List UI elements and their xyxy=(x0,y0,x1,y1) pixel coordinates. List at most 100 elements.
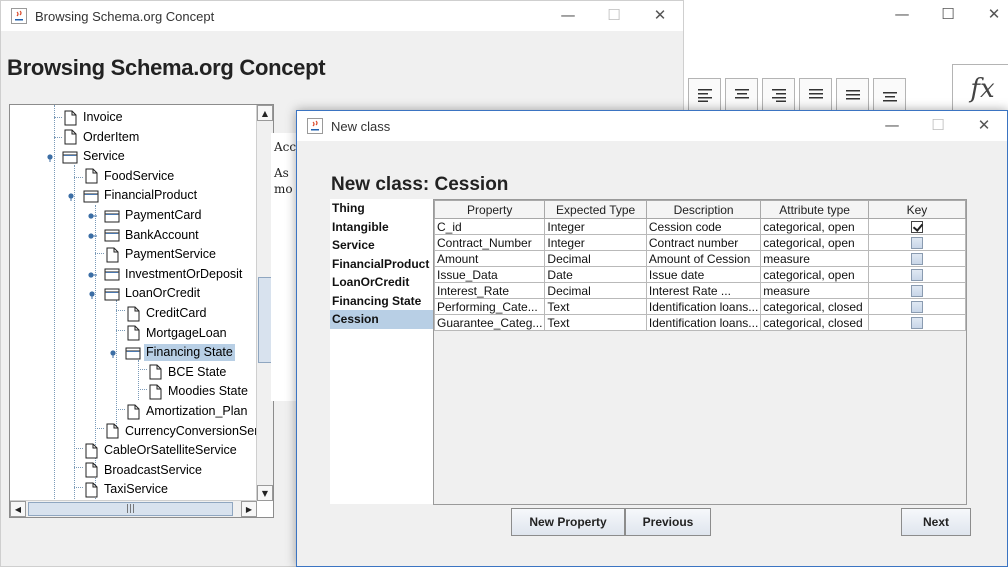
cell-description[interactable]: Issue date xyxy=(645,266,762,283)
tree-node[interactable]: Service xyxy=(47,147,127,166)
hierarchy-item[interactable]: FinancialProduct xyxy=(330,255,433,274)
cell-description[interactable]: Interest Rate ... xyxy=(645,282,762,299)
align-center-button[interactable] xyxy=(725,78,758,111)
cell-attribute-type[interactable]: categorical, open xyxy=(760,218,869,235)
bg-close-button[interactable]: ✕ xyxy=(971,0,1008,28)
cell-expected-type[interactable]: Decimal xyxy=(544,250,647,267)
tree-node[interactable]: Financing State xyxy=(110,343,235,362)
cell-expected-type[interactable]: Text xyxy=(544,298,647,315)
hierarchy-item[interactable]: Financing State xyxy=(330,292,433,311)
tree-node[interactable]: CurrencyConversionServ xyxy=(104,422,257,441)
tree-node[interactable]: BroadcastService xyxy=(83,461,204,480)
key-checkbox[interactable] xyxy=(910,285,923,298)
cell-attribute-type[interactable]: measure xyxy=(760,250,869,267)
scroll-right-arrow-icon[interactable]: ▶ xyxy=(241,501,257,517)
column-header-attribute-type[interactable]: Attribute type xyxy=(760,200,869,219)
cell-property[interactable]: C_id xyxy=(433,218,546,235)
new-property-button[interactable]: New Property xyxy=(511,508,625,536)
tree-node[interactable]: PaymentService xyxy=(104,245,218,264)
cell-description[interactable]: Contract number xyxy=(645,234,762,251)
tree-node[interactable]: Moodies State xyxy=(147,382,250,401)
key-checkbox[interactable] xyxy=(910,253,923,266)
key-checkbox[interactable] xyxy=(910,237,923,250)
tree-node[interactable]: BCE State xyxy=(147,363,228,382)
tree-node[interactable]: CreditCard xyxy=(125,304,208,323)
cell-attribute-type[interactable]: categorical, closed xyxy=(760,298,869,315)
table-row[interactable]: Contract_Number Integer Contract number cat… xyxy=(433,234,967,251)
scroll-down-arrow-icon[interactable]: ▼ xyxy=(257,485,273,501)
dialog-close-button[interactable]: ✕ xyxy=(961,111,1007,139)
browse-close-button[interactable]: ✕ xyxy=(637,1,683,29)
dialog-minimize-button[interactable]: — xyxy=(869,111,915,139)
cell-description[interactable]: Amount of Cession xyxy=(645,250,762,267)
cell-property[interactable]: Contract_Number xyxy=(433,234,546,251)
tree-node[interactable]: FoodService xyxy=(83,167,176,186)
align-left-button[interactable] xyxy=(688,78,721,111)
column-header-expected-type[interactable]: Expected Type xyxy=(544,200,647,219)
hierarchy-item[interactable]: Service xyxy=(330,236,433,255)
table-row[interactable]: Interest_Rate Decimal Interest Rate ... mea… xyxy=(433,282,967,299)
tree-expanded-toggle-icon[interactable] xyxy=(87,288,97,300)
align-bottom-button[interactable] xyxy=(873,78,906,111)
tree-node[interactable]: LoanOrCredit xyxy=(89,284,202,303)
table-row[interactable]: Amount Decimal Amount of Cession measure xyxy=(433,250,967,267)
cell-description[interactable]: Cession code xyxy=(645,218,762,235)
tree-node[interactable]: CableOrSatelliteService xyxy=(83,441,239,460)
bg-minimize-button[interactable]: — xyxy=(879,0,925,28)
browse-minimize-button[interactable]: — xyxy=(545,1,591,29)
tree-node[interactable]: OrderItem xyxy=(62,128,141,147)
formula-button[interactable]: fx xyxy=(952,64,1008,114)
table-row[interactable]: Guarantee_Categ... Text Identification loa… xyxy=(433,314,967,331)
cell-expected-type[interactable]: Integer xyxy=(544,234,647,251)
key-checkbox[interactable] xyxy=(910,221,923,234)
key-checkbox[interactable] xyxy=(910,301,923,314)
tree-expanded-toggle-icon[interactable] xyxy=(45,151,55,163)
align-top-button[interactable] xyxy=(836,78,869,111)
column-header-key[interactable]: Key xyxy=(867,200,967,219)
key-checkbox[interactable] xyxy=(910,317,923,330)
tree-node[interactable]: Invoice xyxy=(62,108,125,127)
tree-collapsed-toggle-icon[interactable] xyxy=(87,269,97,279)
cell-expected-type[interactable]: Decimal xyxy=(544,282,647,299)
key-checkbox[interactable] xyxy=(910,269,923,282)
cell-attribute-type[interactable]: measure xyxy=(760,282,869,299)
bg-maximize-button[interactable]: ☐ xyxy=(925,0,971,28)
cell-expected-type[interactable]: Date xyxy=(544,266,647,283)
dialog-maximize-button[interactable]: ☐ xyxy=(915,111,961,139)
cell-property[interactable]: Guarantee_Categ... xyxy=(433,314,546,331)
next-button[interactable]: Next xyxy=(901,508,971,536)
hierarchy-item[interactable]: Thing xyxy=(330,199,433,218)
cell-attribute-type[interactable]: categorical, open xyxy=(760,266,869,283)
previous-button[interactable]: Previous xyxy=(625,508,711,536)
tree-node[interactable]: PaymentCard xyxy=(88,206,203,225)
tree-expanded-toggle-icon[interactable] xyxy=(66,190,76,202)
scroll-left-arrow-icon[interactable]: ◀ xyxy=(10,501,26,517)
hierarchy-item[interactable]: Intangible xyxy=(330,218,433,237)
tree-expanded-toggle-icon[interactable] xyxy=(108,347,118,359)
tree-node[interactable]: InvestmentOrDeposit xyxy=(88,265,244,284)
tree-collapsed-toggle-icon[interactable] xyxy=(87,230,97,240)
horizontal-scroll-thumb[interactable]: ||| xyxy=(28,502,233,516)
cell-expected-type[interactable]: Text xyxy=(544,314,647,331)
cell-property[interactable]: Interest_Rate xyxy=(433,282,546,299)
table-row[interactable]: Issue_Data Date Issue date categorical, ope… xyxy=(433,266,967,283)
column-header-description[interactable]: Description xyxy=(645,200,762,219)
column-header-property[interactable]: Property xyxy=(433,200,546,219)
tree-node[interactable]: MortgageLoan xyxy=(125,324,229,343)
cell-property[interactable]: Performing_Cate... xyxy=(433,298,546,315)
cell-description[interactable]: Identification loans... xyxy=(645,314,762,331)
tree-node[interactable]: Amortization_Plan xyxy=(125,402,249,421)
cell-property[interactable]: Issue_Data xyxy=(433,266,546,283)
justify-button[interactable] xyxy=(799,78,832,111)
hierarchy-item[interactable]: LoanOrCredit xyxy=(330,273,433,292)
table-row[interactable]: C_id Integer Cession code categorical, open xyxy=(433,218,967,235)
cell-property[interactable]: Amount xyxy=(433,250,546,267)
browse-maximize-button[interactable]: ☐ xyxy=(591,1,637,29)
vertical-scroll-thumb[interactable] xyxy=(258,277,272,363)
cell-attribute-type[interactable]: categorical, closed xyxy=(760,314,869,331)
tree-horizontal-scrollbar[interactable]: ◀ ||| ▶ xyxy=(10,500,257,517)
tree-node[interactable]: TaxiService xyxy=(83,480,170,499)
scroll-up-arrow-icon[interactable]: ▲ xyxy=(257,105,273,121)
cell-attribute-type[interactable]: categorical, open xyxy=(760,234,869,251)
hierarchy-item[interactable]: Cession xyxy=(330,310,433,329)
